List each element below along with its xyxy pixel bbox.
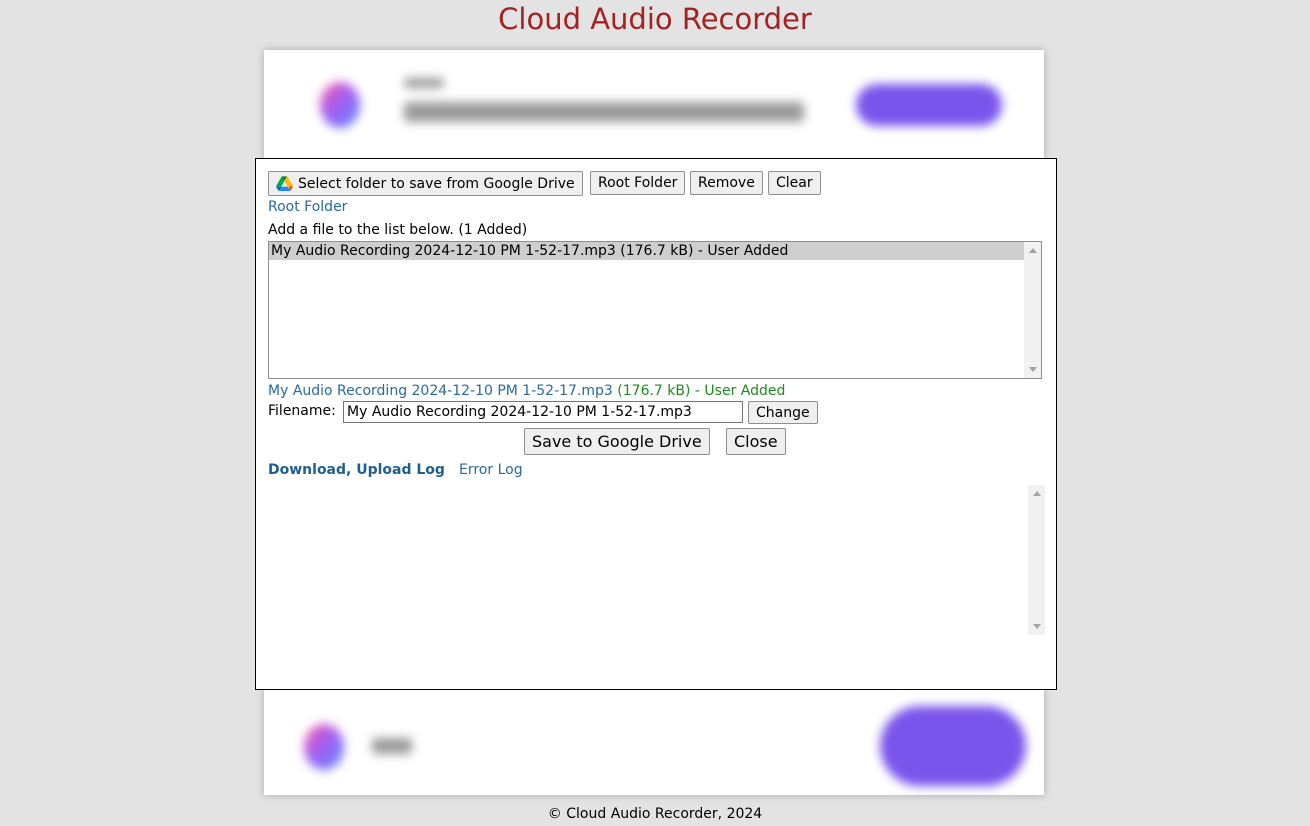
close-button[interactable]: Close <box>726 428 786 455</box>
change-button[interactable]: Change <box>748 401 818 424</box>
file-listbox[interactable]: My Audio Recording 2024-12-10 PM 1-52-17… <box>268 241 1042 379</box>
ad-text <box>404 102 804 122</box>
log-scrollbar[interactable] <box>1028 485 1045 635</box>
root-folder-button[interactable]: Root Folder <box>590 171 686 195</box>
list-instruction: Add a file to the list below. (1 Added) <box>268 222 528 238</box>
ad-logo-icon <box>304 724 344 770</box>
select-folder-label: Select folder to save from Google Drive <box>298 175 575 192</box>
selected-file-info: My Audio Recording 2024-12-10 PM 1-52-17… <box>268 383 785 399</box>
ad-text <box>372 738 412 754</box>
ad-button <box>856 84 1002 126</box>
google-drive-icon <box>276 176 293 191</box>
select-folder-button[interactable]: Select folder to save from Google Drive <box>268 171 583 196</box>
ad-logo-icon <box>320 82 360 128</box>
selected-file-name: My Audio Recording 2024-12-10 PM 1-52-17… <box>268 383 613 399</box>
clear-button[interactable]: Clear <box>768 171 821 195</box>
current-folder-link[interactable]: Root Folder <box>268 199 347 215</box>
remove-button[interactable]: Remove <box>690 171 763 195</box>
filename-label: Filename: <box>268 403 336 419</box>
log-area <box>268 485 1045 635</box>
save-to-drive-button[interactable]: Save to Google Drive <box>524 428 710 455</box>
listbox-scrollbar[interactable] <box>1024 242 1041 378</box>
save-to-drive-dialog: Select folder to save from Google Drive … <box>255 158 1057 690</box>
scroll-down-icon[interactable] <box>1029 367 1037 372</box>
scroll-down-icon[interactable] <box>1033 624 1041 629</box>
ad-button <box>880 706 1026 786</box>
filename-input[interactable] <box>343 401 743 423</box>
scroll-up-icon[interactable] <box>1033 491 1041 496</box>
tab-error-log[interactable]: Error Log <box>459 462 523 478</box>
scroll-up-icon[interactable] <box>1029 248 1037 253</box>
background-ad-card-top <box>264 50 1044 160</box>
footer: © Cloud Audio Recorder, 2024 <box>547 806 763 822</box>
list-item[interactable]: My Audio Recording 2024-12-10 PM 1-52-17… <box>269 242 1024 260</box>
background-ad-card-bottom <box>264 688 1044 795</box>
selected-file-details: (176.7 kB) - User Added <box>617 383 786 399</box>
ad-text <box>404 78 444 88</box>
app-title: Cloud Audio Recorder <box>498 2 812 36</box>
tab-upload-log[interactable]: Download, Upload Log <box>268 462 445 478</box>
